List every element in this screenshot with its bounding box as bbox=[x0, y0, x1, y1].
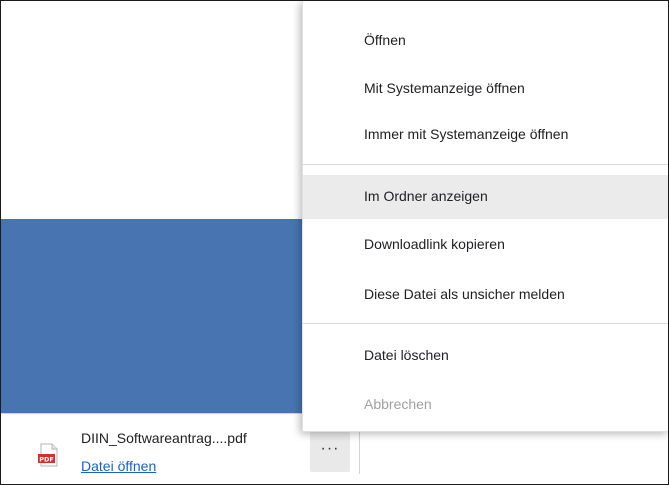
menu-separator bbox=[303, 164, 668, 165]
menu-item-label: Öffnen bbox=[364, 32, 406, 48]
menu-separator bbox=[303, 323, 668, 324]
open-file-link[interactable]: Datei öffnen bbox=[81, 458, 156, 474]
menu-item-label: Mit Systemanzeige öffnen bbox=[364, 80, 525, 96]
menu-item-cancel[interactable]: Abbrechen bbox=[303, 383, 668, 427]
pdf-file-icon: PDF bbox=[38, 443, 58, 467]
menu-item-report-unsafe[interactable]: Diese Datei als unsicher melden bbox=[303, 273, 668, 317]
menu-item-label: Immer mit Systemanzeige öffnen bbox=[364, 126, 569, 142]
download-context-menu: Öffnen Mit Systemanzeige öffnen Immer mi… bbox=[302, 1, 668, 432]
pdf-icon-text: PDF bbox=[39, 455, 54, 463]
download-more-button[interactable]: ··· bbox=[310, 432, 350, 472]
menu-item-label: Abbrechen bbox=[364, 396, 432, 412]
menu-item-open[interactable]: Öffnen bbox=[303, 19, 668, 63]
download-file-name: DIIN_Softwareantrag....pdf bbox=[81, 430, 247, 446]
menu-item-delete-file[interactable]: Datei löschen bbox=[303, 334, 668, 378]
menu-item-label: Downloadlink kopieren bbox=[364, 236, 505, 252]
menu-item-always-open-with-system-viewer[interactable]: Immer mit Systemanzeige öffnen bbox=[303, 113, 668, 157]
menu-item-open-with-system-viewer[interactable]: Mit Systemanzeige öffnen bbox=[303, 67, 668, 111]
more-options-icon: ··· bbox=[320, 440, 340, 457]
menu-item-label: Im Ordner anzeigen bbox=[364, 188, 488, 204]
menu-item-show-in-folder[interactable]: Im Ordner anzeigen bbox=[303, 175, 668, 219]
menu-item-label: Diese Datei als unsicher melden bbox=[364, 286, 565, 302]
browser-window: PDF DIIN_Softwareantrag....pdf Datei öff… bbox=[0, 0, 669, 485]
menu-item-label: Datei löschen bbox=[364, 347, 449, 363]
menu-item-copy-download-link[interactable]: Downloadlink kopieren bbox=[303, 223, 668, 267]
